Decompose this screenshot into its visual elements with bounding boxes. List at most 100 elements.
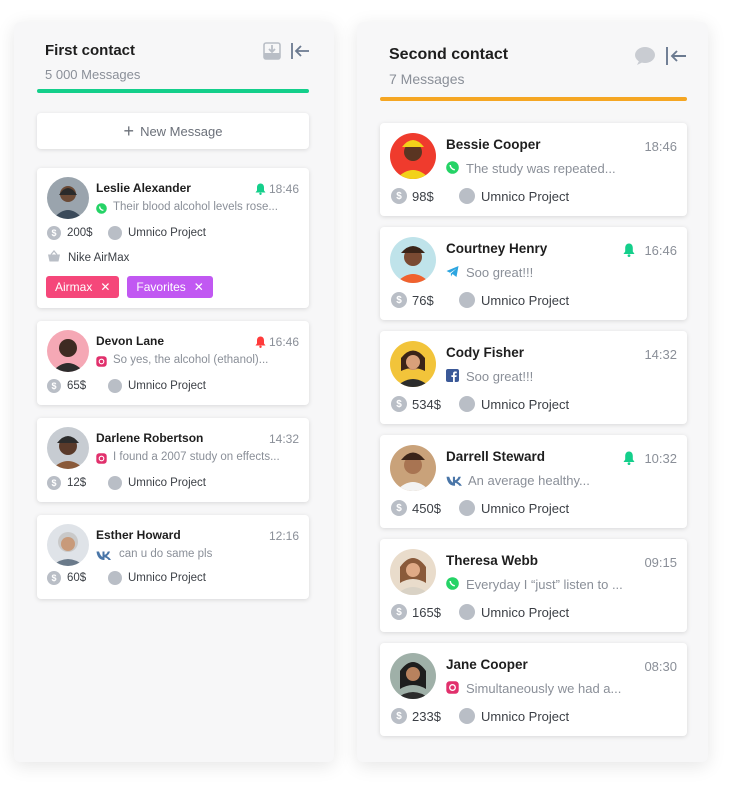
deal-amount: 76$ — [412, 292, 434, 308]
product-name: Nike AirMax — [68, 251, 130, 264]
deal-amount: 200$ — [67, 227, 93, 239]
dollar-coin-icon: $ — [391, 396, 407, 412]
message-time: 16:46 — [268, 335, 299, 349]
bell-icon[interactable] — [255, 182, 266, 200]
product-row: Nike AirMax — [47, 250, 129, 265]
whatsapp-icon — [446, 577, 459, 590]
dollar-coin-icon: $ — [391, 604, 407, 620]
deal-amount: 60$ — [67, 572, 87, 584]
project-name: Umnico Project — [481, 188, 570, 204]
contact-name: Bessie Cooper — [446, 137, 541, 152]
chat-bubble-icon[interactable] — [634, 46, 656, 66]
tag-airmax[interactable]: Airmax ✕ — [46, 276, 120, 298]
column-title: Second contact — [389, 46, 509, 63]
close-icon[interactable]: ✕ — [100, 280, 110, 294]
deal-amount: 233$ — [412, 708, 441, 724]
avatar — [390, 549, 436, 595]
contact-name: Leslie Alexander — [96, 181, 191, 195]
contact-card-cody-fisher[interactable]: Cody Fisher 14:32 Soo great!!! $ 534$ Um… — [380, 331, 687, 424]
contact-card-bessie-cooper[interactable]: Bessie Cooper 18:46 The study was repeat… — [380, 123, 687, 216]
contact-card-darlene-robertson[interactable]: Darlene Robertson 14:32 I found a 2007 s… — [37, 418, 309, 502]
first-contact-column: First contact 5 000 Messages + New Messa… — [14, 22, 334, 762]
dollar-coin-icon: $ — [391, 500, 407, 516]
project-name: Umnico Project — [128, 380, 206, 392]
user-icon — [459, 604, 475, 620]
tag-favorites[interactable]: Favorites ✕ — [127, 276, 213, 298]
contact-name: Devon Lane — [96, 334, 165, 348]
message-count: 7 Messages — [389, 71, 465, 87]
project-row: Umnico Project — [459, 188, 569, 204]
project-name: Umnico Project — [481, 396, 570, 412]
message-preview: I found a 2007 study on effects... — [113, 451, 280, 463]
contact-card-courtney-henry[interactable]: Courtney Henry 16:46 Soo great!!! $ 76$ … — [380, 227, 687, 320]
project-name: Umnico Project — [481, 708, 570, 724]
vk-icon — [446, 474, 463, 487]
avatar — [390, 133, 436, 179]
user-icon — [108, 571, 122, 585]
tag-label: Airmax — [55, 280, 93, 294]
project-row: Umnico Project — [459, 708, 569, 724]
bell-icon[interactable] — [623, 451, 635, 470]
message-time: 10:32 — [644, 451, 677, 466]
collapse-left-icon[interactable] — [665, 46, 687, 66]
bell-icon[interactable] — [255, 335, 266, 353]
whatsapp-icon — [446, 161, 459, 174]
contact-name: Theresa Webb — [446, 553, 539, 568]
message-count: 5 000 Messages — [45, 67, 141, 82]
new-message-button[interactable]: + New Message — [37, 113, 309, 149]
close-icon[interactable]: ✕ — [194, 280, 204, 294]
message-time: 12:16 — [268, 529, 299, 543]
avatar — [47, 177, 89, 219]
amount-row: $ 60$ — [47, 571, 86, 585]
message-preview: Soo great!!! — [466, 265, 534, 280]
amount-row: $ 534$ — [391, 396, 441, 412]
basket-icon — [47, 250, 61, 265]
dollar-coin-icon: $ — [391, 292, 407, 308]
project-row: Umnico Project — [459, 500, 569, 516]
user-icon — [108, 226, 122, 240]
bell-icon[interactable] — [623, 243, 635, 262]
avatar — [390, 445, 436, 491]
message-time: 09:15 — [644, 555, 677, 570]
column-accent-bar — [380, 97, 687, 101]
project-name: Umnico Project — [128, 477, 206, 489]
second-contact-column: Second contact 7 Messages Bessie Cooper … — [357, 22, 708, 762]
user-icon — [459, 188, 475, 204]
contact-card-esther-howard[interactable]: Esther Howard 12:16 can u do same pls $ … — [37, 515, 309, 599]
amount-row: $ 65$ — [47, 379, 86, 393]
message-preview: Soo great!!! — [466, 369, 534, 384]
contact-name: Cody Fisher — [446, 345, 525, 360]
amount-row: $ 165$ — [391, 604, 441, 620]
instagram-icon — [446, 681, 459, 694]
dollar-coin-icon: $ — [47, 476, 61, 490]
message-preview: The study was repeated... — [466, 161, 616, 176]
contact-card-darrell-steward[interactable]: Darrell Steward 10:32 An average healthy… — [380, 435, 687, 528]
deal-amount: 98$ — [412, 188, 434, 204]
contact-card-jane-cooper[interactable]: Jane Cooper 08:30 Simultaneously we had … — [380, 643, 687, 736]
contact-card-devon-lane[interactable]: Devon Lane 16:46 So yes, the alcohol (et… — [37, 321, 309, 405]
project-name: Umnico Project — [128, 227, 206, 239]
contact-card-theresa-webb[interactable]: Theresa Webb 09:15 Everyday I “just” lis… — [380, 539, 687, 632]
plus-icon: + — [123, 121, 135, 141]
message-preview: Their blood alcohol levels rose... — [113, 201, 278, 213]
inbox-download-icon[interactable] — [263, 42, 281, 60]
user-icon — [459, 292, 475, 308]
tag-label: Favorites — [136, 280, 186, 294]
instagram-icon — [96, 354, 107, 367]
contact-name: Courtney Henry — [446, 241, 548, 256]
dollar-coin-icon: $ — [47, 379, 61, 393]
project-row: Umnico Project — [108, 226, 206, 240]
instagram-icon — [96, 451, 107, 464]
avatar — [47, 427, 89, 469]
project-row: Umnico Project — [108, 476, 206, 490]
project-name: Umnico Project — [481, 500, 570, 516]
deal-amount: 534$ — [412, 396, 441, 412]
collapse-left-icon[interactable] — [290, 42, 310, 60]
deal-amount: 450$ — [412, 500, 441, 516]
avatar — [47, 524, 89, 566]
contact-card-leslie-alexander[interactable]: Leslie Alexander 18:46 Their blood alcoh… — [37, 168, 309, 308]
tag-list: Airmax ✕ Favorites ✕ — [46, 276, 213, 298]
vk-icon — [96, 548, 112, 560]
avatar — [390, 341, 436, 387]
project-name: Umnico Project — [128, 572, 206, 584]
